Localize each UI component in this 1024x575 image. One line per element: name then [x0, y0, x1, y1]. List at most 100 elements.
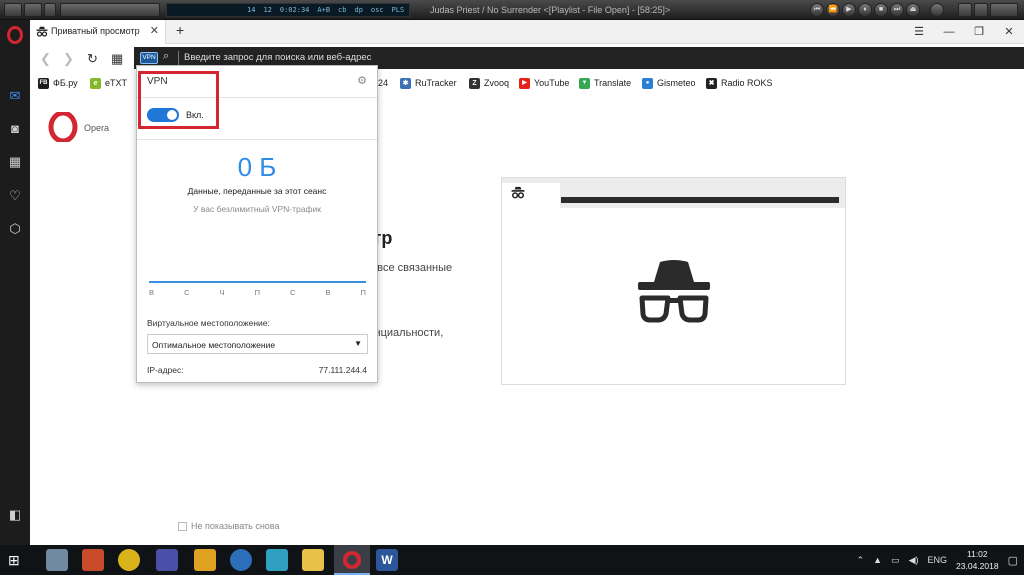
bookmark-item[interactable]: ✖ Radio ROKS: [706, 76, 773, 90]
vpn-data-caption: Данные, переданные за этот сеанс: [187, 186, 327, 196]
clock[interactable]: 11:02 23.04.2018: [956, 548, 999, 572]
tab-title: Приватный просмотр: [51, 26, 140, 36]
radio-roks-icon: ✖: [706, 77, 717, 89]
bookmark-item[interactable]: Z Zvooq: [469, 76, 509, 90]
fb-icon: FB: [38, 77, 49, 89]
vpn-data-amount: 0 Б: [237, 152, 277, 182]
reload-icon[interactable]: ↻: [87, 51, 98, 67]
network-icon[interactable]: ▭: [891, 555, 900, 566]
taskbar-active-app[interactable]: [334, 545, 370, 575]
close-button[interactable]: ✕: [994, 20, 1024, 44]
volume-icon[interactable]: ◀): [909, 555, 919, 566]
zvooq-icon: Z: [469, 77, 480, 89]
taskbar-app-icon[interactable]: [118, 549, 140, 571]
vpn-location-label: Виртуальное местоположение:: [147, 318, 270, 328]
bookmark-item[interactable]: ▶ YouTube: [519, 76, 569, 90]
weekday-label: П: [254, 288, 260, 297]
incognito-icon: [36, 26, 48, 37]
bookmark-item[interactable]: ▼ Translate: [579, 76, 631, 90]
incognito-large-icon: [638, 260, 710, 323]
dont-show-label: Не показывать снова: [191, 521, 280, 531]
tab-private[interactable]: Приватный просмотр ✕: [30, 20, 166, 44]
player-minimize[interactable]: [958, 3, 972, 17]
player-button[interactable]: [4, 3, 22, 17]
illustration-address-bar: [560, 196, 840, 204]
opera-sidebar: ✉ ◙ ▦ ♡ ⬡ ◧: [0, 20, 30, 545]
weekday-label: В: [325, 288, 331, 297]
minimize-button[interactable]: —: [934, 20, 964, 44]
language-indicator[interactable]: ENG: [928, 555, 948, 565]
player-next-icon[interactable]: ⏭: [890, 3, 904, 17]
bookmark-item[interactable]: 24: [378, 76, 388, 90]
weekday-label: С: [290, 288, 296, 297]
taskbar-app-icon[interactable]: [194, 549, 216, 571]
tab-bar: Приватный просмотр ✕ + ☰ — ❐ ✕: [30, 20, 1024, 44]
weekday-label: П: [360, 288, 366, 297]
taskbar-app-icon[interactable]: [82, 549, 104, 571]
etxt-icon: e: [90, 77, 101, 89]
vpn-location-select[interactable]: Оптимальное местоположение ▼: [147, 334, 368, 354]
tab-menu-icon[interactable]: ☰: [904, 20, 934, 44]
back-icon[interactable]: ❮: [40, 51, 51, 67]
sidebar-toggle-icon[interactable]: ◧: [5, 505, 25, 525]
opera-menu-icon[interactable]: [7, 26, 23, 44]
player-button[interactable]: [930, 3, 944, 17]
checkbox-box[interactable]: [178, 521, 187, 531]
address-separator: [178, 51, 179, 65]
player-maximize[interactable]: [974, 3, 988, 17]
taskbar-app-icon[interactable]: [46, 549, 68, 571]
taskbar-app-icon[interactable]: [266, 549, 288, 571]
tab-close-icon[interactable]: ✕: [150, 24, 159, 37]
taskbar-app-icon[interactable]: [230, 549, 252, 571]
bookmark-item[interactable]: ● Gismeteo: [642, 76, 696, 90]
media-player-bar: 14 12 0:02:34 A+B cb dp osc PLS Judas Priest / …: [0, 0, 1024, 20]
player-stop-icon[interactable]: ■: [874, 3, 888, 17]
vpn-weekdays: В С Ч П С В П: [149, 288, 366, 297]
taskbar-app-icon[interactable]: [156, 549, 178, 571]
highlight-box: [138, 71, 219, 129]
windows-start-icon[interactable]: ⊞: [8, 552, 24, 568]
window-controls: ☰ — ❐ ✕: [904, 20, 1024, 44]
illustration-tab: [502, 183, 560, 208]
maximize-button[interactable]: ❐: [964, 20, 994, 44]
speed-dial-grid-icon[interactable]: ▦: [111, 51, 123, 67]
file-explorer-icon[interactable]: [302, 549, 324, 571]
extensions-cube-icon[interactable]: ⬡: [5, 219, 25, 239]
heart-icon[interactable]: ♡: [5, 186, 25, 206]
divider: [137, 139, 377, 140]
dont-show-checkbox[interactable]: Не показывать снова: [178, 521, 279, 531]
player-pause-icon[interactable]: ⏸: [858, 3, 872, 17]
player-track-title: Judas Priest / No Surrender <[Playlist -…: [430, 5, 671, 15]
tray-app-icon[interactable]: ▲: [873, 555, 882, 565]
camera-icon[interactable]: ◙: [5, 119, 25, 139]
opera-brand: Opera: [84, 123, 110, 133]
tray-chevron-icon[interactable]: ⌃: [857, 555, 865, 566]
opera-icon: [343, 551, 361, 569]
new-tab-button[interactable]: +: [176, 22, 184, 38]
player-prev-icon[interactable]: ⏮: [810, 3, 824, 17]
notifications-icon[interactable]: ▢: [1008, 554, 1018, 567]
search-icon: ⌕: [163, 50, 170, 62]
bookmark-item[interactable]: e eTXT: [90, 76, 127, 90]
speed-dial-icon[interactable]: ▦: [5, 152, 25, 172]
system-tray: ⌃ ▲ ▭ ◀) ENG 11:02 23.04.2018 ▢: [857, 545, 1018, 575]
messenger-icon[interactable]: ✉: [5, 86, 25, 106]
player-eject-icon[interactable]: ⏏: [906, 3, 920, 17]
player-rewind-icon[interactable]: ⏪: [826, 3, 840, 17]
word-icon[interactable]: W: [376, 549, 398, 571]
rutracker-icon: ✱: [400, 77, 411, 89]
weekday-label: Ч: [219, 288, 225, 297]
player-play-icon[interactable]: ▶: [842, 3, 856, 17]
opera-logo: [48, 110, 78, 144]
vpn-ip-value: 77.111.244.4: [318, 365, 367, 375]
bookmark-item[interactable]: ✱ RuTracker: [400, 76, 457, 90]
forward-icon[interactable]: ❯: [63, 51, 74, 67]
gear-icon[interactable]: ⚙: [357, 74, 367, 87]
player-close[interactable]: [990, 3, 1018, 17]
private-illustration: [501, 177, 846, 385]
bookmark-item[interactable]: FB ФБ.ру: [38, 76, 78, 90]
player-button[interactable]: [44, 3, 56, 17]
vpn-badge[interactable]: VPN: [140, 52, 158, 64]
player-button[interactable]: [24, 3, 42, 17]
player-seek[interactable]: [60, 3, 160, 17]
